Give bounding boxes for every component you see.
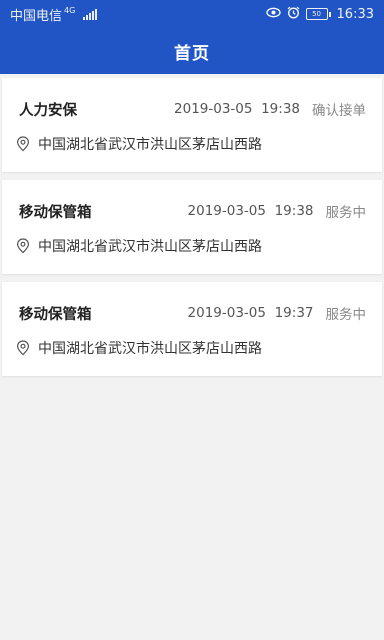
order-meta: 2019-03-05 19:37 服务中 bbox=[188, 303, 366, 323]
order-date: 2019-03-05 bbox=[187, 203, 266, 219]
clock-time: 16:33 bbox=[336, 6, 374, 22]
order-status: 确认接单 bbox=[312, 103, 366, 119]
order-datetime: 2019-03-05 19:38 bbox=[174, 101, 300, 117]
status-right: 50 16:33 bbox=[265, 6, 374, 23]
location-pin-icon bbox=[16, 136, 30, 152]
order-datetime: 2019-03-05 19:37 bbox=[188, 305, 314, 321]
order-time: 19:38 bbox=[261, 101, 300, 117]
app-bar: 首页 bbox=[0, 28, 384, 74]
order-time: 19:38 bbox=[274, 203, 314, 219]
order-card[interactable]: 移动保管箱 2019-03-05 19:37 服务中 中国湖北省武汉市洪山区茅店… bbox=[2, 282, 382, 376]
location-pin-icon bbox=[16, 238, 30, 254]
order-card[interactable]: 人力安保 2019-03-05 19:38 确认接单 中国湖北省武汉市洪山区茅店… bbox=[2, 78, 382, 172]
order-meta: 2019-03-05 19:38 确认接单 bbox=[174, 99, 366, 119]
battery-level: 50 bbox=[305, 8, 328, 20]
network-type: 4G bbox=[64, 5, 76, 15]
order-name: 移动保管箱 bbox=[19, 306, 92, 323]
order-status: 服务中 bbox=[325, 307, 367, 323]
page-title: 首页 bbox=[174, 43, 210, 64]
order-address: 中国湖北省武汉市洪山区茅店山西路 bbox=[38, 239, 262, 255]
order-address: 中国湖北省武汉市洪山区茅店山西路 bbox=[38, 341, 262, 357]
top-bar: 中国电信 4G 50 16:33 首页 bbox=[0, 0, 384, 74]
carrier-label: 中国电信 bbox=[10, 8, 63, 24]
order-list: 人力安保 2019-03-05 19:38 确认接单 中国湖北省武汉市洪山区茅店… bbox=[0, 74, 384, 376]
app-screen: 中国电信 4G 50 16:33 首页 人力安保 2019-03-05 19:3… bbox=[0, 0, 384, 640]
order-location: 中国湖北省武汉市洪山区茅店山西路 bbox=[16, 236, 366, 256]
order-date: 2019-03-05 bbox=[174, 101, 253, 117]
location-pin-icon bbox=[16, 340, 30, 356]
order-location: 中国湖北省武汉市洪山区茅店山西路 bbox=[16, 134, 366, 154]
order-meta: 2019-03-05 19:38 服务中 bbox=[188, 201, 366, 221]
battery-icon: 50 bbox=[305, 8, 331, 20]
alarm-icon bbox=[287, 6, 300, 23]
order-address: 中国湖北省武汉市洪山区茅店山西路 bbox=[38, 137, 262, 153]
order-name: 移动保管箱 bbox=[19, 204, 92, 221]
order-time: 19:37 bbox=[274, 305, 314, 321]
order-status: 服务中 bbox=[325, 205, 367, 221]
order-header: 人力安保 2019-03-05 19:38 确认接单 bbox=[19, 99, 366, 119]
status-bar: 中国电信 4G 50 16:33 bbox=[0, 0, 384, 28]
order-date: 2019-03-05 bbox=[187, 305, 266, 321]
eye-icon bbox=[265, 7, 281, 22]
status-left: 中国电信 4G bbox=[10, 5, 98, 24]
order-name: 人力安保 bbox=[19, 102, 77, 119]
order-card[interactable]: 移动保管箱 2019-03-05 19:38 服务中 中国湖北省武汉市洪山区茅店… bbox=[2, 180, 382, 274]
order-header: 移动保管箱 2019-03-05 19:38 服务中 bbox=[19, 201, 366, 221]
order-datetime: 2019-03-05 19:38 bbox=[188, 203, 314, 219]
order-location: 中国湖北省武汉市洪山区茅店山西路 bbox=[16, 338, 366, 358]
signal-icon bbox=[83, 8, 98, 20]
order-header: 移动保管箱 2019-03-05 19:37 服务中 bbox=[19, 303, 366, 323]
